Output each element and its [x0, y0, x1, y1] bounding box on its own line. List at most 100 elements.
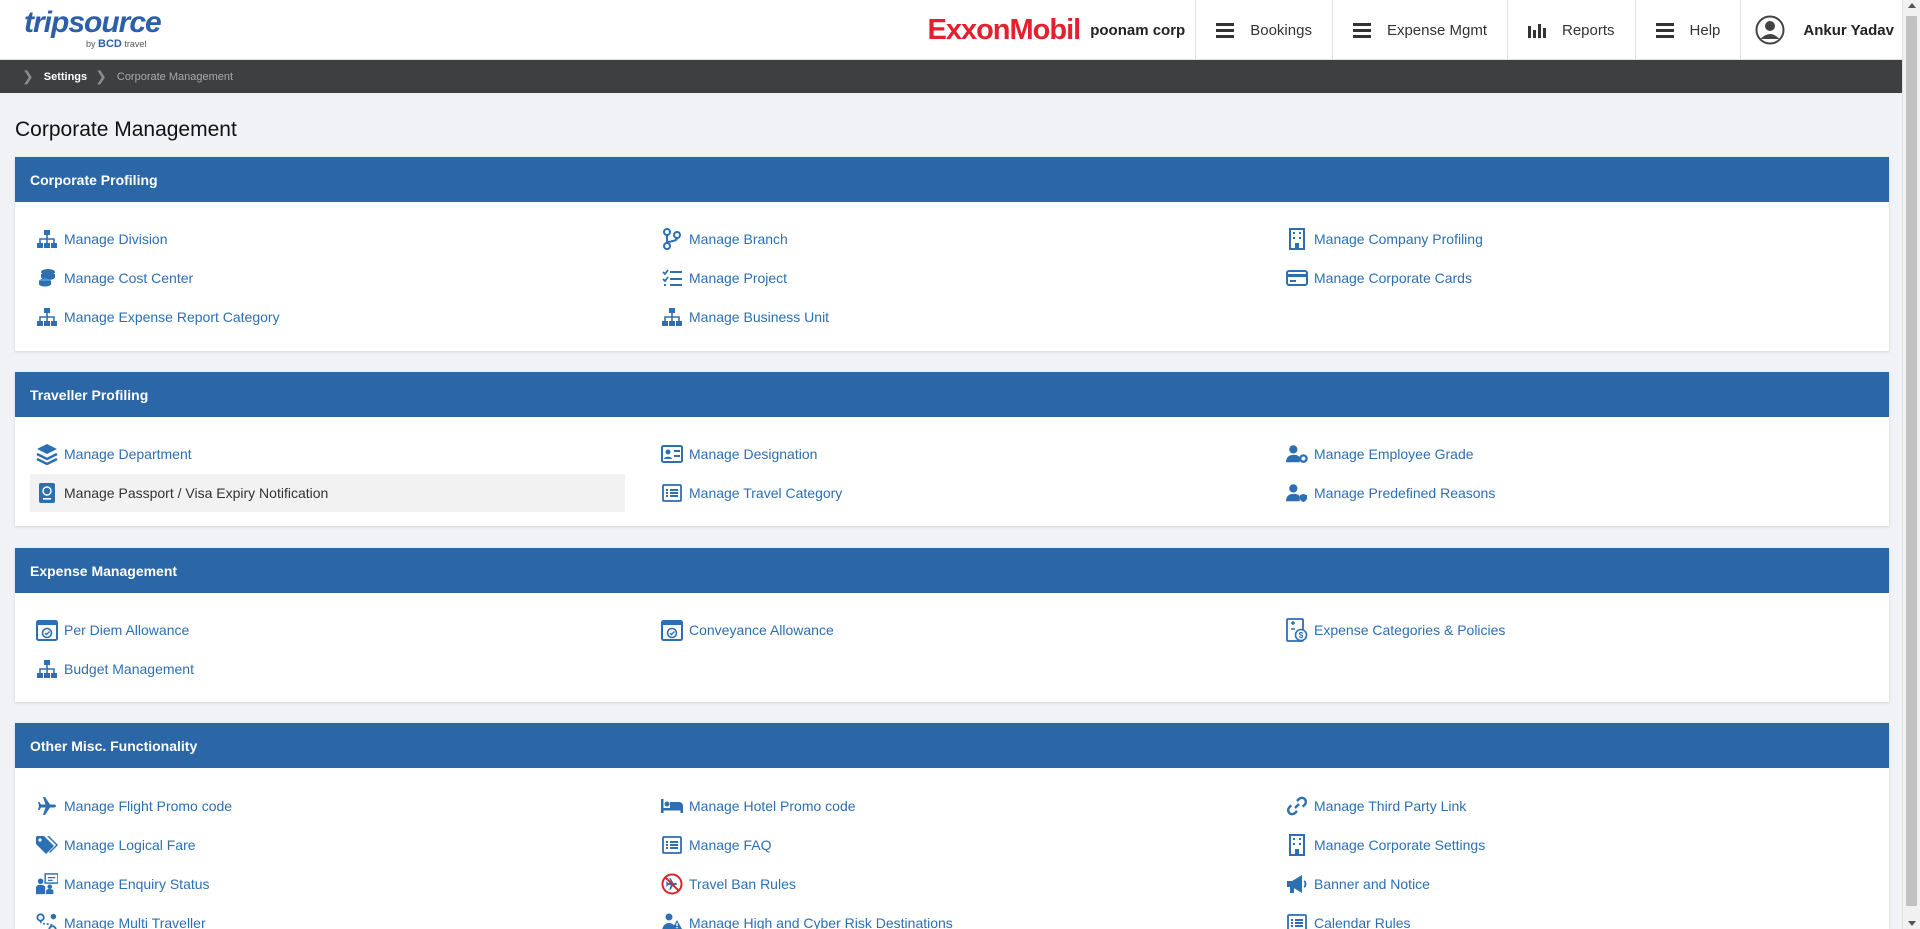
breadcrumb-current: Corporate Management	[116, 70, 234, 83]
link-icon	[1286, 795, 1308, 817]
logo-travel-text: travel	[124, 39, 147, 49]
nav-reports[interactable]: Reports	[1507, 0, 1635, 60]
megaphone-icon	[1286, 873, 1308, 895]
link-calendar-rules[interactable]: Calendar Rules	[1280, 904, 1875, 929]
link-label: Budget Management	[64, 661, 194, 677]
scroll-down-arrow-icon[interactable]	[1908, 921, 1916, 926]
link-manage-passport-visa-expiry[interactable]: Manage Passport / Visa Expiry Notificati…	[30, 474, 625, 512]
link-label: Manage Business Unit	[689, 309, 830, 325]
link-manage-enquiry-status[interactable]: Manage Enquiry Status	[30, 865, 625, 903]
credit-card-icon	[1286, 267, 1308, 289]
nav-bookings-label: Bookings	[1250, 21, 1312, 39]
link-conveyance-allowance[interactable]: Conveyance Allowance	[655, 611, 1250, 649]
link-banner-and-notice[interactable]: Banner and Notice	[1280, 865, 1875, 903]
panel-corporate-profiling: Corporate Profiling Manage Division Mana…	[15, 157, 1889, 351]
link-label: Manage Travel Category	[689, 485, 843, 501]
link-manage-branch[interactable]: Manage Branch	[655, 220, 1250, 258]
breadcrumb-settings[interactable]: Settings	[44, 71, 87, 83]
link-label: Manage Company Profiling	[1314, 231, 1483, 247]
svg-text:$: $	[1299, 631, 1304, 640]
link-manage-third-party-link[interactable]: Manage Third Party Link	[1280, 787, 1875, 825]
route-icon	[36, 912, 58, 929]
user-shield-icon	[1286, 482, 1308, 504]
link-manage-hotel-promo-code[interactable]: Manage Hotel Promo code	[655, 787, 1250, 825]
org-chart-icon	[36, 658, 58, 680]
list-icon	[661, 482, 683, 504]
link-manage-corporate-cards[interactable]: Manage Corporate Cards	[1280, 259, 1875, 297]
link-manage-project[interactable]: Manage Project	[655, 259, 1250, 297]
link-manage-cost-center[interactable]: Manage Cost Center	[30, 259, 625, 297]
bed-icon	[661, 795, 683, 817]
link-manage-travel-category[interactable]: Manage Travel Category	[655, 474, 1250, 512]
logo-text: tripsource	[24, 6, 162, 39]
org-chart-icon	[36, 228, 58, 250]
link-per-diem-allowance[interactable]: Per Diem Allowance	[30, 611, 625, 649]
plane-icon	[36, 795, 58, 817]
link-label: Manage Passport / Visa Expiry Notificati…	[64, 485, 329, 501]
link-manage-division[interactable]: Manage Division	[30, 220, 625, 258]
no-plane-icon	[661, 873, 683, 895]
link-manage-faq[interactable]: Manage FAQ	[655, 826, 1250, 864]
link-label: Manage Employee Grade	[1314, 446, 1474, 462]
coins-icon	[36, 267, 58, 289]
link-label: Manage Logical Fare	[64, 837, 196, 853]
link-label: Manage Branch	[689, 231, 788, 247]
bar-chart-icon	[1528, 22, 1546, 38]
link-label: Manage Multi Traveller	[64, 915, 206, 929]
panel-traveller-profiling: Traveller Profiling Manage Department Ma…	[15, 372, 1889, 526]
scroll-up-arrow-icon[interactable]	[1908, 3, 1916, 8]
tripsource-logo[interactable]: tripsource by BCD travel	[24, 8, 164, 52]
link-label: Manage Predefined Reasons	[1314, 485, 1496, 501]
link-label: Manage Designation	[689, 446, 818, 462]
link-label: Manage Enquiry Status	[64, 876, 210, 892]
link-expense-categories-policies[interactable]: $ Expense Categories & Policies	[1280, 611, 1875, 649]
nav-bookings[interactable]: Bookings	[1195, 0, 1332, 60]
link-label: Manage Hotel Promo code	[689, 798, 856, 814]
link-manage-corporate-settings[interactable]: Manage Corporate Settings	[1280, 826, 1875, 864]
risk-icon	[661, 912, 683, 929]
layers-icon	[36, 443, 58, 465]
link-label: Expense Categories & Policies	[1314, 622, 1506, 638]
link-manage-logical-fare[interactable]: Manage Logical Fare	[30, 826, 625, 864]
link-manage-designation[interactable]: Manage Designation	[655, 435, 1250, 473]
user-avatar-icon	[1755, 15, 1785, 45]
link-label: Manage Corporate Cards	[1314, 270, 1472, 286]
scrollbar-thumb[interactable]	[1906, 16, 1917, 906]
chevron-right-icon: ❯	[95, 68, 107, 84]
link-travel-ban-rules[interactable]: Travel Ban Rules	[655, 865, 1250, 903]
link-label: Manage Department	[64, 446, 192, 462]
link-label: Calendar Rules	[1314, 915, 1411, 929]
menu-icon	[1216, 22, 1235, 38]
link-manage-multi-traveller[interactable]: Manage Multi Traveller	[30, 904, 625, 929]
link-manage-employee-grade[interactable]: Manage Employee Grade	[1280, 435, 1875, 473]
link-label: Manage Cost Center	[64, 270, 194, 286]
user-gear-icon	[1286, 443, 1308, 465]
panel-other-misc: Other Misc. Functionality Manage Flight …	[15, 723, 1889, 929]
link-label: Manage Corporate Settings	[1314, 837, 1486, 853]
branch-icon	[661, 228, 683, 250]
panel-header: Other Misc. Functionality	[15, 723, 1889, 768]
panel-expense-management: Expense Management Per Diem Allowance Co…	[15, 548, 1889, 702]
user-menu[interactable]: Ankur Yadav	[1740, 0, 1902, 60]
list-icon	[661, 834, 683, 856]
link-manage-predefined-reasons[interactable]: Manage Predefined Reasons	[1280, 474, 1875, 512]
link-manage-business-unit[interactable]: Manage Business Unit	[655, 298, 1250, 336]
company-name: poonam corp	[1090, 21, 1186, 39]
vertical-scrollbar[interactable]	[1902, 0, 1920, 929]
link-budget-management[interactable]: Budget Management	[30, 650, 625, 688]
link-manage-expense-report-category[interactable]: Manage Expense Report Category	[30, 298, 625, 336]
nav-expense-mgmt[interactable]: Expense Mgmt	[1331, 0, 1507, 60]
link-manage-department[interactable]: Manage Department	[30, 435, 625, 473]
org-chart-icon	[661, 306, 683, 328]
link-manage-flight-promo-code[interactable]: Manage Flight Promo code	[30, 787, 625, 825]
top-header: tripsource by BCD travel ExxonMobil poon…	[0, 0, 1902, 60]
list-icon	[1286, 912, 1308, 929]
link-label: Manage Flight Promo code	[64, 798, 233, 814]
panel-header: Expense Management	[15, 548, 1889, 593]
logo-bcd-text: BCD	[98, 38, 122, 50]
tags-icon	[36, 834, 58, 856]
link-manage-company-profiling[interactable]: Manage Company Profiling	[1280, 220, 1875, 258]
link-label: Manage High and Cyber Risk Destinations	[689, 915, 953, 929]
link-manage-high-cyber-risk-destinations[interactable]: Manage High and Cyber Risk Destinations	[655, 904, 1250, 929]
nav-help[interactable]: Help	[1634, 0, 1741, 60]
